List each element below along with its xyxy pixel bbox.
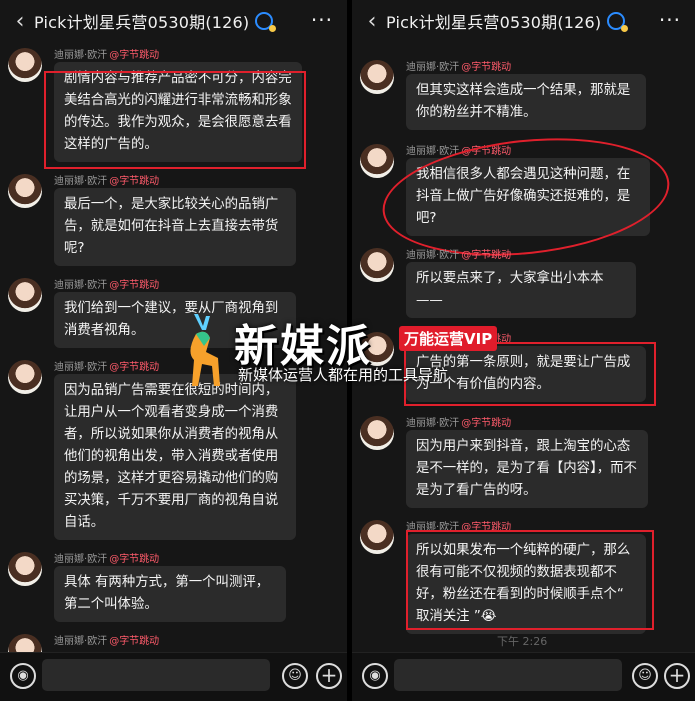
more-options-icon[interactable]: ··· [659,8,681,32]
avatar[interactable] [8,278,42,312]
highlight-box [404,342,656,406]
plus-icon[interactable]: + [664,663,690,689]
avatar[interactable] [360,520,394,554]
message-bubble[interactable]: 我们给到一个建议，要从厂商视角到消费者视角。 [54,292,296,348]
message-bubble[interactable]: 具体 有两种方式，第一个叫测评，第二个叫体验。 [54,566,286,622]
message-bubble[interactable]: 但其实这样会造成一个结果，那就是你的粉丝并不精准。 [406,74,646,130]
message-bubble[interactable]: 所以要点来了，大家拿出小本本—— [406,262,636,318]
message-input[interactable] [42,659,270,691]
left-chat-panel: ‹ Pick计划星兵营0530期(126) ··· 迪丽娜·欧汗 @字节跳动 剧情… [0,0,347,701]
chat-header: ‹ Pick计划星兵营0530期(126) ··· [352,0,695,42]
avatar[interactable] [8,360,42,394]
avatar[interactable] [360,60,394,94]
avatar[interactable] [360,416,394,450]
group-verified-icon [607,12,629,32]
voice-icon[interactable]: ◉ [10,663,36,689]
sender-name: 迪丽娜·欧汗 @字节跳动 [54,554,160,565]
highlight-box [44,71,306,169]
group-verified-icon [255,12,277,32]
chat-title: Pick计划星兵营0530期(126) [386,13,602,32]
avatar[interactable] [360,144,394,178]
sender-name: 迪丽娜·欧汗 @字节跳动 [54,636,160,647]
input-bar: ◉ ☺ + [352,652,695,701]
chat-title: Pick计划星兵营0530期(126) [34,13,250,32]
sender-name: 迪丽娜·欧汗 @字节跳动 [54,176,160,187]
chat-header: ‹ Pick计划星兵营0530期(126) ··· [0,0,347,42]
message-input[interactable] [394,659,622,691]
avatar[interactable] [360,248,394,282]
message-bubble[interactable]: 因为用户来到抖音，跟上淘宝的心态是不一样的，是为了看【内容】，而不是为了看广告的… [406,430,648,508]
voice-icon[interactable]: ◉ [362,663,388,689]
avatar[interactable] [8,174,42,208]
avatar[interactable] [8,48,42,82]
timestamp: 下午 2:26 [497,635,548,648]
avatar[interactable] [8,552,42,586]
back-icon[interactable]: ‹ [6,9,34,34]
more-options-icon[interactable]: ··· [311,8,333,32]
sender-name: 迪丽娜·欧汗 @字节跳动 [54,50,160,61]
sender-name: 迪丽娜·欧汗 @字节跳动 [406,418,512,429]
input-bar: ◉ ☺ + [0,652,347,701]
back-icon[interactable]: ‹ [358,9,386,34]
sender-name: 迪丽娜·欧汗 @字节跳动 [406,62,512,73]
emoji-icon[interactable]: ☺ [282,663,308,689]
message-bubble[interactable]: 最后一个，是大家比较关心的品销广告，就是如何在抖音上去直接去带货呢? [54,188,296,266]
sender-name: 迪丽娜·欧汗 @字节跳动 [406,250,512,261]
sender-name: 迪丽娜·欧汗 @字节跳动 [54,280,160,291]
message-bubble[interactable]: 因为品销广告需要在很短的时间内，让用户从一个观看者变身成一个消费者，所以说如果你… [54,374,296,540]
sender-name: 迪丽娜·欧汗 @字节跳动 [54,362,160,373]
highlight-box [406,530,654,630]
avatar[interactable] [360,332,394,366]
emoji-icon[interactable]: ☺ [632,663,658,689]
plus-icon[interactable]: + [316,663,342,689]
right-chat-panel: ‹ Pick计划星兵营0530期(126) ··· 迪丽娜·欧汗 @字节跳动 但其… [352,0,695,701]
